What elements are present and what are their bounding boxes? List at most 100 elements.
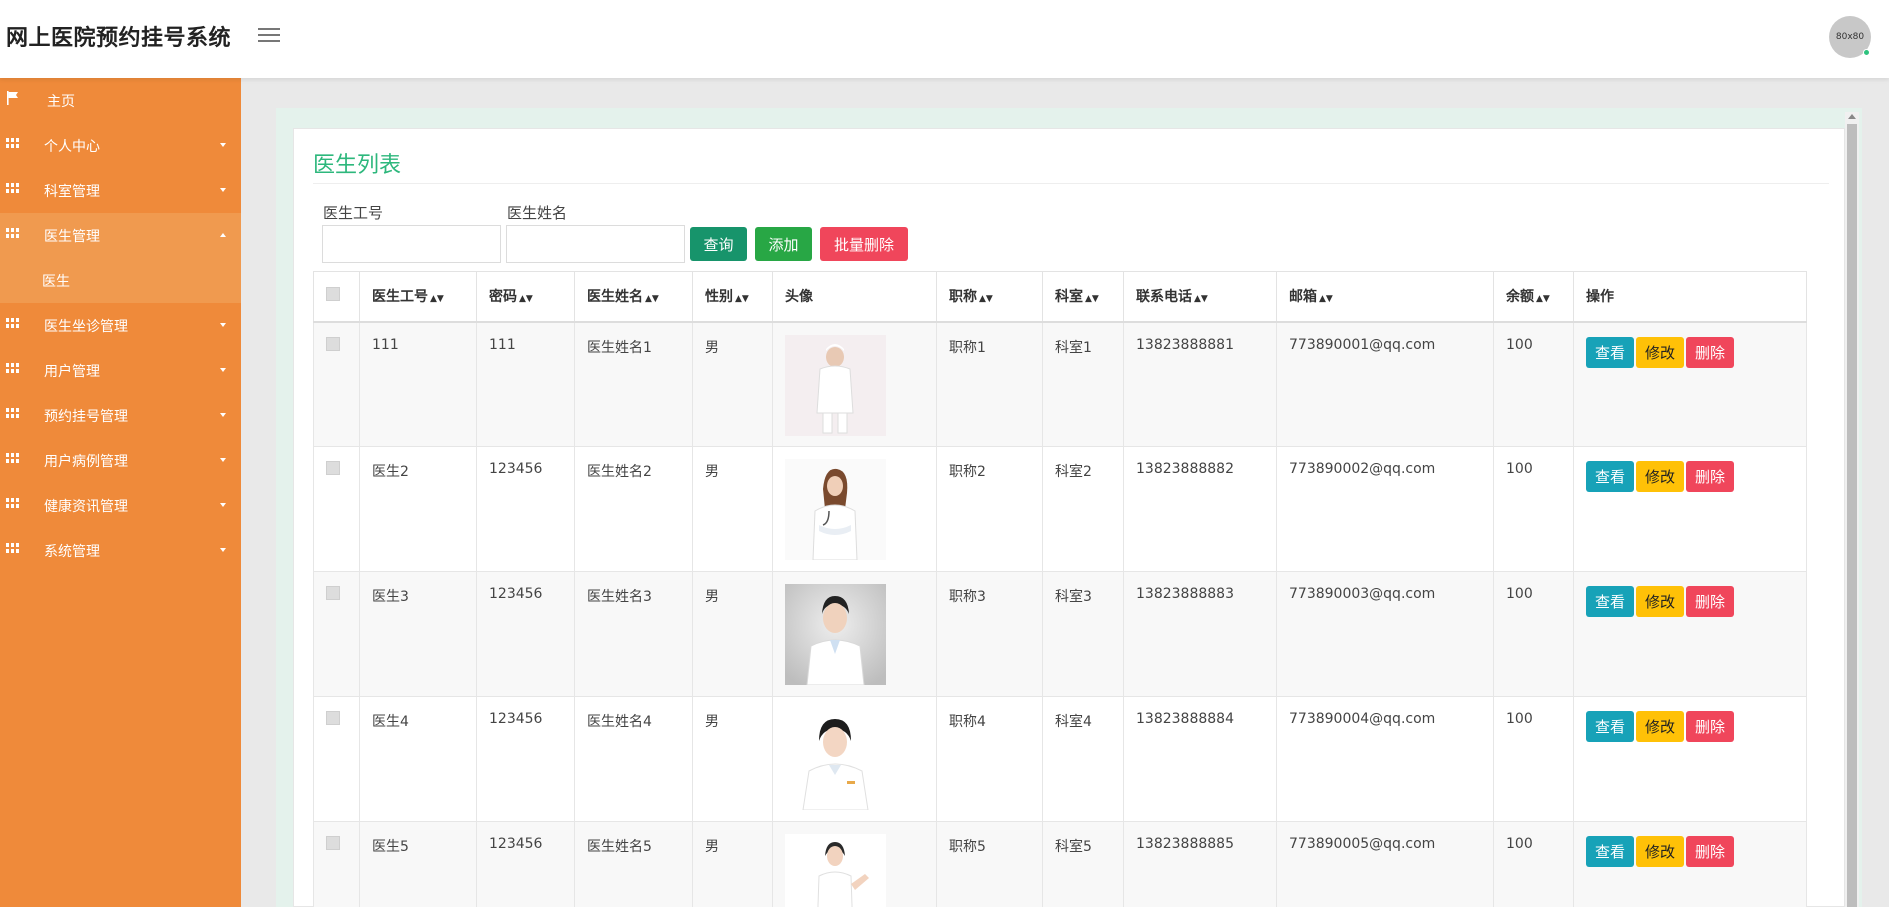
batch-delete-button[interactable]: 批量删除	[820, 227, 908, 261]
sidebar-item-system[interactable]: 系统管理	[0, 528, 241, 573]
sidebar-item-doctor-schedule[interactable]: 医生坐诊管理	[0, 303, 241, 348]
delete-button[interactable]: 删除	[1686, 711, 1735, 742]
edit-button[interactable]: 修改	[1636, 461, 1685, 492]
sidebar-item-department[interactable]: 科室管理	[0, 168, 241, 213]
delete-button[interactable]: 删除	[1686, 836, 1735, 867]
cell-name: 医生姓名1	[574, 321, 693, 447]
grid-icon	[6, 183, 19, 194]
sidebar-item-home[interactable]: 主页	[0, 78, 241, 123]
add-button[interactable]: 添加	[755, 227, 812, 261]
table-header-row: 医生工号 ▲▼ 密码 ▲▼ 医生姓名 ▲▼ 性别 ▲▼ 头像 职称 ▲▼ 科室 ▲▼ 联系电…	[313, 271, 1807, 323]
doctor-name-input[interactable]	[506, 225, 685, 263]
cell-password: 123456	[476, 821, 575, 907]
view-button[interactable]: 查看	[1586, 461, 1635, 492]
sidebar-item-doctor-management[interactable]: 医生管理	[0, 213, 241, 258]
menu-toggle-icon[interactable]	[258, 28, 280, 44]
table-row: 医生2 123456 医生姓名2 男 职称2 科室2 13823888882 7…	[313, 446, 1807, 572]
sidebar-item-label: 用户管理	[44, 363, 100, 380]
doctor-avatar-image	[785, 834, 886, 907]
caret-down-icon	[220, 413, 226, 417]
edit-button[interactable]: 修改	[1636, 711, 1685, 742]
delete-button[interactable]: 删除	[1686, 336, 1735, 368]
cell-id: 医生5	[359, 821, 477, 907]
cell-phone: 13823888881	[1123, 321, 1277, 447]
column-header-avatar: 头像	[772, 271, 937, 323]
sidebar-item-medical-records[interactable]: 用户病例管理	[0, 438, 241, 483]
sort-icon: ▲▼	[519, 294, 533, 305]
cell-phone: 13823888882	[1123, 446, 1277, 572]
cell-email: 773890005@qq.com	[1276, 821, 1494, 907]
row-checkbox[interactable]	[326, 711, 340, 725]
edit-button[interactable]: 修改	[1636, 836, 1685, 867]
cell-phone: 13823888884	[1123, 696, 1277, 822]
cell-phone: 13823888883	[1123, 571, 1277, 697]
doctor-avatar-image	[785, 709, 886, 810]
sidebar-item-label: 系统管理	[44, 543, 100, 560]
doctor-id-input[interactable]	[322, 225, 501, 263]
caret-down-icon	[220, 143, 226, 147]
view-button[interactable]: 查看	[1586, 586, 1635, 617]
cell-name: 医生姓名3	[574, 571, 693, 697]
view-button[interactable]: 查看	[1586, 336, 1635, 368]
delete-button[interactable]: 删除	[1686, 461, 1735, 492]
column-header-email[interactable]: 邮箱 ▲▼	[1276, 271, 1494, 323]
sidebar-item-personal-center[interactable]: 个人中心	[0, 123, 241, 168]
column-header-phone[interactable]: 联系电话 ▲▼	[1123, 271, 1277, 323]
delete-button[interactable]: 删除	[1686, 586, 1735, 617]
cell-balance: 100	[1493, 821, 1574, 907]
row-checkbox[interactable]	[326, 836, 340, 850]
row-checkbox[interactable]	[326, 336, 340, 351]
doctor-list-card: 医生列表 医生工号 医生姓名 查询 添加 批量删除 医生工号 ▲▼ 密码 ▲▼ …	[293, 128, 1845, 907]
column-header-balance[interactable]: 余额 ▲▼	[1493, 271, 1574, 323]
cell-balance: 100	[1493, 696, 1574, 822]
sort-icon: ▲▼	[645, 294, 659, 305]
cell-name: 医生姓名2	[574, 446, 693, 572]
avatar[interactable]: 80x80	[1829, 16, 1871, 58]
sidebar-item-health-news[interactable]: 健康资讯管理	[0, 483, 241, 528]
cell-gender: 男	[692, 571, 773, 697]
cell-balance: 100	[1493, 446, 1574, 572]
app-title: 网上医院预约挂号系统	[6, 26, 232, 51]
caret-down-icon	[220, 458, 226, 462]
content-frame: 医生列表 医生工号 医生姓名 查询 添加 批量删除 医生工号 ▲▼ 密码 ▲▼ …	[276, 108, 1862, 907]
column-header-title[interactable]: 职称 ▲▼	[936, 271, 1043, 323]
flag-icon	[7, 91, 18, 105]
caret-down-icon	[220, 188, 226, 192]
sidebar-item-appointment[interactable]: 预约挂号管理	[0, 393, 241, 438]
scroll-up-arrow-icon[interactable]	[1848, 114, 1856, 119]
row-checkbox[interactable]	[326, 461, 340, 475]
cell-email: 773890001@qq.com	[1276, 321, 1494, 447]
edit-button[interactable]: 修改	[1636, 586, 1685, 617]
doctor-name-label: 医生姓名	[507, 204, 568, 222]
top-header: 网上医院预约挂号系统 80x80	[0, 0, 1889, 78]
vertical-scrollbar[interactable]	[1845, 112, 1859, 907]
select-all-checkbox[interactable]	[326, 287, 340, 302]
avatar-text: 80x80	[1835, 32, 1865, 42]
caret-up-icon	[220, 233, 226, 237]
row-checkbox[interactable]	[326, 586, 340, 600]
sidebar: 主页 个人中心 科室管理 医生管理 医生 医生坐诊管理 用户管理 预约挂号管理 …	[0, 78, 241, 907]
column-header-actions: 操作	[1573, 271, 1807, 323]
cell-title: 职称5	[936, 821, 1043, 907]
cell-gender: 男	[692, 446, 773, 572]
cell-gender: 男	[692, 821, 773, 907]
cell-password: 111	[476, 321, 575, 447]
column-header-gender[interactable]: 性别 ▲▼	[692, 271, 773, 323]
sidebar-item-user-management[interactable]: 用户管理	[0, 348, 241, 393]
sidebar-item-label: 主页	[47, 93, 75, 110]
column-header-id[interactable]: 医生工号 ▲▼	[359, 271, 477, 323]
edit-button[interactable]: 修改	[1636, 336, 1685, 368]
doctor-table: 医生工号 ▲▼ 密码 ▲▼ 医生姓名 ▲▼ 性别 ▲▼ 头像 职称 ▲▼ 科室 ▲▼ 联系电…	[313, 271, 1807, 907]
query-button[interactable]: 查询	[690, 227, 747, 261]
cell-balance: 100	[1493, 571, 1574, 697]
cell-gender: 男	[692, 321, 773, 447]
scrollbar-thumb[interactable]	[1847, 124, 1857, 907]
view-button[interactable]: 查看	[1586, 711, 1635, 742]
sidebar-item-label: 个人中心	[44, 138, 100, 155]
sidebar-subitem-doctor[interactable]: 医生	[0, 258, 241, 303]
column-header-dept[interactable]: 科室 ▲▼	[1042, 271, 1124, 323]
column-header-password[interactable]: 密码 ▲▼	[476, 271, 575, 323]
cell-id: 111	[359, 321, 477, 447]
view-button[interactable]: 查看	[1586, 836, 1635, 867]
column-header-name[interactable]: 医生姓名 ▲▼	[574, 271, 693, 323]
